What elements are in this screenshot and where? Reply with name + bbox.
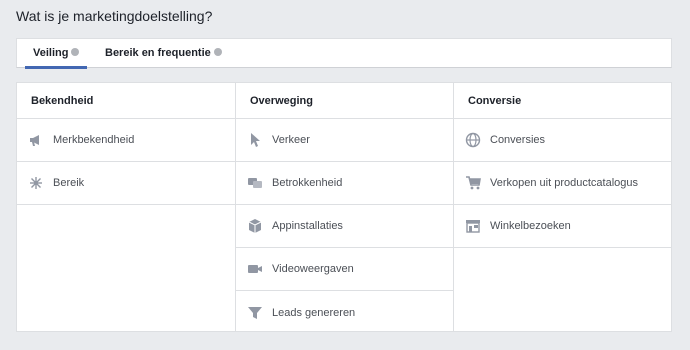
column-overweging: Overweging Verkeer Betrokkenheid Appinst… [236, 83, 454, 331]
column-conversie: Conversie Conversies Verkopen uit produc… [454, 83, 672, 331]
chat-bubbles-icon [246, 174, 264, 192]
objective-label: Betrokkenheid [272, 177, 343, 189]
column-bekendheid: Bekendheid Merkbekendheid Bereik [17, 83, 236, 331]
objective-label: Bereik [53, 177, 85, 189]
objective-label: Videoweergaven [272, 263, 354, 275]
objective-appinstallaties[interactable]: Appinstallaties [236, 205, 453, 248]
objective-verkopen-uit-productcatalogus[interactable]: Verkopen uit productcatalogus [454, 162, 672, 205]
column-header: Bekendheid [17, 83, 235, 119]
tab-bereik-label: Bereik en frequentie [105, 47, 211, 59]
objective-label: Leads genereren [272, 306, 356, 319]
megaphone-icon [27, 131, 45, 149]
column-header: Conversie [454, 83, 672, 119]
objective-betrokkenheid[interactable]: Betrokkenheid [236, 162, 453, 205]
tab-veiling[interactable]: Veiling [24, 39, 89, 69]
box-icon [246, 217, 264, 235]
info-icon[interactable] [213, 48, 222, 56]
objective-label: Verkopen uit productcatalogus [490, 177, 638, 189]
objectives-grid: Bekendheid Merkbekendheid Bereik Overweg… [16, 82, 672, 332]
objective-winkelbezoeken[interactable]: Winkelbezoeken [454, 205, 672, 248]
objective-leads-genereren[interactable]: Leads genereren [236, 291, 453, 334]
objective-verkeer[interactable]: Verkeer [236, 119, 453, 162]
cart-icon [464, 174, 482, 192]
objective-conversies[interactable]: Conversies [454, 119, 672, 162]
asterisk-icon [27, 174, 45, 192]
store-icon [464, 217, 482, 235]
objective-label: Appinstallaties [272, 220, 343, 232]
info-icon[interactable] [71, 48, 80, 56]
objective-tabs: Veiling Bereik en frequentie [16, 38, 672, 69]
objective-label: Winkelbezoeken [490, 220, 571, 232]
objective-label: Merkbekendheid [53, 134, 135, 146]
funnel-icon [246, 304, 264, 322]
objective-videoweergaven[interactable]: Videoweergaven [236, 248, 453, 291]
video-camera-icon [246, 260, 264, 278]
objective-merkbekendheid[interactable]: Merkbekendheid [17, 119, 235, 162]
objective-label: Conversies [490, 134, 546, 146]
tab-veiling-label: Veiling [33, 47, 69, 59]
column-header: Overweging [236, 83, 453, 119]
tab-bereik-en-frequentie[interactable]: Bereik en frequentie [105, 39, 222, 68]
objective-label: Verkeer [272, 134, 310, 146]
globe-icon [464, 131, 482, 149]
page-title: Wat is je marketingdoelstelling? [16, 8, 213, 24]
objective-bereik[interactable]: Bereik [17, 162, 235, 205]
cursor-icon [246, 131, 264, 149]
